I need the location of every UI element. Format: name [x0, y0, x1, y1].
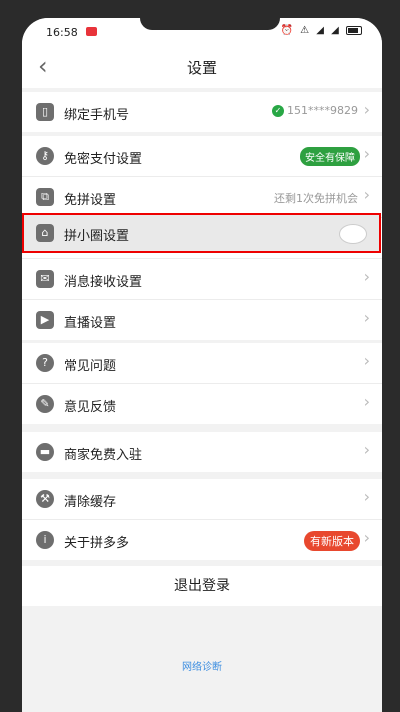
- group-icon: ⧉: [36, 188, 54, 206]
- circle-toggle[interactable]: [339, 224, 367, 244]
- about-label: 关于拼多多: [64, 536, 130, 551]
- mail-icon: ✉: [36, 270, 54, 288]
- key-icon: ⚷: [36, 147, 54, 165]
- security-badge: 安全有保障: [300, 147, 360, 166]
- clear-cache-row[interactable]: ⚒ 清除缓存 ›: [22, 479, 382, 520]
- network-diagnose-link[interactable]: 网络诊断: [22, 658, 382, 673]
- phone-frame: 16:58 ⏰ ⚠ ◢ ◢ ‹ 设置 ▯ 绑定手机号 ✓ 151****9829 …: [0, 0, 400, 712]
- chevron-right-icon: ›: [363, 351, 370, 370]
- faq-row[interactable]: ? 常见问题 ›: [22, 343, 382, 384]
- merchant-row[interactable]: ▬ 商家免费入驻 ›: [22, 432, 382, 472]
- free-group-label: 免拼设置: [64, 193, 117, 208]
- feedback-row[interactable]: ✎ 意见反馈 ›: [22, 384, 382, 424]
- msg-row[interactable]: ✉ 消息接收设置 ›: [22, 259, 382, 300]
- chevron-right-icon: ›: [363, 528, 370, 547]
- record-icon: [86, 27, 97, 36]
- free-pay-row[interactable]: ⚷ 免密支付设置 安全有保障 ›: [22, 136, 382, 177]
- faq-label: 常见问题: [64, 359, 117, 374]
- feedback-label: 意见反馈: [64, 400, 117, 415]
- circle-settings-row[interactable]: ⌂ 拼小圈设置: [22, 213, 381, 253]
- video-icon: ▶: [36, 311, 54, 329]
- free-group-value: 还剩1次免拼机会: [274, 192, 358, 205]
- phone-value: ✓ 151****9829: [272, 104, 358, 117]
- chevron-right-icon: ›: [363, 267, 370, 286]
- question-icon: ?: [36, 354, 54, 372]
- free-pay-label: 免密支付设置: [64, 152, 143, 167]
- bind-phone-row[interactable]: ▯ 绑定手机号 ✓ 151****9829 ›: [22, 92, 382, 132]
- status-time: 16:58: [46, 26, 78, 39]
- phone-icon: ▯: [36, 103, 54, 121]
- nav-bar: ‹ 设置: [22, 46, 382, 88]
- notch: [140, 18, 280, 30]
- about-row[interactable]: i 关于拼多多 有新版本 ›: [22, 520, 382, 560]
- new-version-badge: 有新版本: [304, 531, 360, 551]
- logout-button[interactable]: 退出登录: [22, 566, 382, 606]
- chevron-right-icon: ›: [363, 308, 370, 327]
- page-title: 设置: [186, 59, 217, 77]
- clear-cache-label: 清除缓存: [64, 495, 117, 510]
- merchant-label: 商家免费入驻: [64, 448, 143, 463]
- misc-group: ⚒ 清除缓存 › i 关于拼多多 有新版本 ›: [22, 479, 382, 560]
- bind-phone-label: 绑定手机号: [64, 108, 130, 123]
- circle-label: 拼小圈设置: [64, 229, 130, 244]
- battery-icon: [346, 25, 362, 35]
- chevron-right-icon: ›: [363, 144, 370, 163]
- chevron-right-icon: ›: [363, 392, 370, 411]
- chevron-right-icon: ›: [363, 440, 370, 459]
- chevron-right-icon: ›: [363, 185, 370, 204]
- chevron-right-icon: ›: [363, 487, 370, 506]
- live-label: 直播设置: [64, 316, 117, 331]
- pencil-icon: ✎: [36, 395, 54, 413]
- status-icons: ⏰ ⚠ ◢ ◢: [280, 25, 362, 36]
- lock-icon: ⌂: [36, 224, 54, 242]
- help-group: ? 常见问题 › ✎ 意见反馈 ›: [22, 343, 382, 424]
- info-icon: i: [36, 531, 54, 549]
- screen: 16:58 ⏰ ⚠ ◢ ◢ ‹ 设置 ▯ 绑定手机号 ✓ 151****9829 …: [22, 18, 382, 712]
- phone-number: 151****9829: [287, 104, 358, 117]
- account-group: ▯ 绑定手机号 ✓ 151****9829 ›: [22, 92, 382, 132]
- chevron-right-icon: ›: [363, 100, 370, 119]
- system-icons: ⏰ ⚠ ◢ ◢: [280, 25, 341, 36]
- free-group-row[interactable]: ⧉ 免拼设置 还剩1次免拼机会 ›: [22, 177, 382, 218]
- verified-icon: ✓: [272, 105, 284, 117]
- store-icon: ▬: [36, 443, 54, 461]
- live-row[interactable]: ▶ 直播设置 ›: [22, 300, 382, 340]
- msg-label: 消息接收设置: [64, 275, 143, 290]
- merchant-group: ▬ 商家免费入驻 ›: [22, 432, 382, 472]
- broom-icon: ⚒: [36, 490, 54, 508]
